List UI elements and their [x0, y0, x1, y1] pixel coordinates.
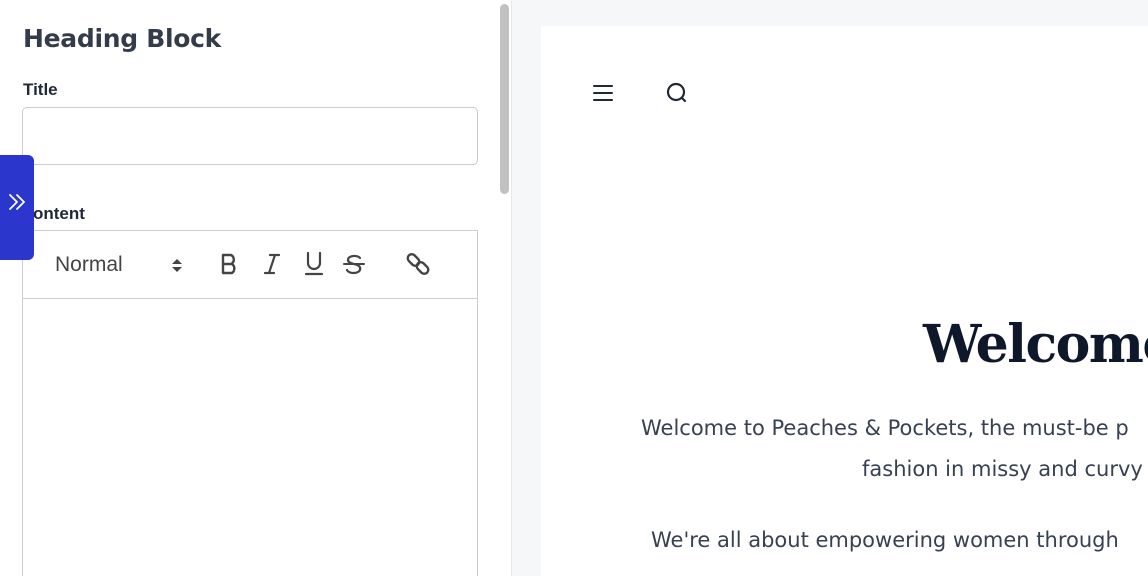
- site-preview: Welcome Welcome to Peaches & Pockets, th…: [512, 0, 1148, 576]
- search-button[interactable]: [665, 81, 691, 107]
- editor-scrollbar[interactable]: [498, 0, 512, 576]
- collapse-panel-button[interactable]: [0, 155, 34, 260]
- link-button[interactable]: [403, 247, 433, 281]
- editor-scrollbar-thumb[interactable]: [500, 4, 509, 194]
- rte-toolbar: Normal: [23, 231, 477, 299]
- bold-icon: [221, 253, 236, 275]
- double-chevron-right-icon: [9, 194, 25, 210]
- hamburger-menu-button[interactable]: [591, 81, 615, 105]
- hero-paragraph-line: We're all about empowering women through: [651, 528, 1119, 552]
- title-field-label: Title: [23, 80, 58, 99]
- content-field-label: ontent: [33, 204, 85, 223]
- select-arrows-icon: [171, 258, 183, 272]
- link-icon: [406, 253, 430, 275]
- block-editor-panel: Heading Block Title ontent Normal: [0, 0, 512, 576]
- content-rich-text-editor[interactable]: Normal: [22, 230, 478, 576]
- preview-page: Welcome Welcome to Peaches & Pockets, th…: [541, 26, 1148, 576]
- block-title: Heading Block: [23, 24, 221, 53]
- underline-button[interactable]: [299, 247, 329, 281]
- italic-icon: [263, 253, 281, 275]
- hero-heading: Welcome: [923, 314, 1148, 375]
- format-select-value: Normal: [55, 253, 123, 276]
- hero-paragraph-line: fashion in missy and curvy: [862, 457, 1143, 481]
- italic-button[interactable]: [257, 247, 287, 281]
- strikethrough-button[interactable]: [339, 247, 369, 281]
- bold-button[interactable]: [215, 247, 245, 281]
- underline-icon: [304, 251, 324, 276]
- strikethrough-icon: [343, 254, 365, 275]
- format-select[interactable]: Normal: [55, 250, 183, 280]
- hamburger-menu-icon: [593, 85, 613, 101]
- title-input[interactable]: [22, 107, 478, 165]
- hero-paragraph-line: Welcome to Peaches & Pockets, the must-b…: [641, 416, 1129, 440]
- search-icon: [666, 82, 687, 103]
